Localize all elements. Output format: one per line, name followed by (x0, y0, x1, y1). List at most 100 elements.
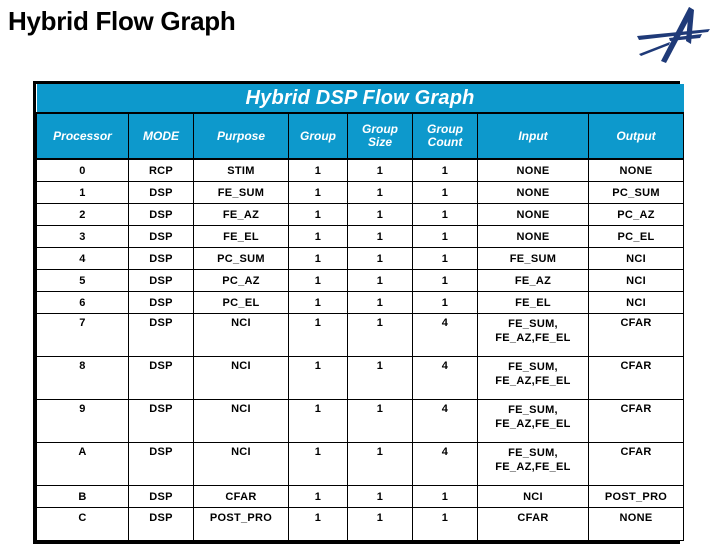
cell-group-size: 1 (347, 356, 413, 400)
cell-input: FE_AZ (477, 269, 589, 292)
cell-processor: 5 (36, 269, 129, 292)
cell-input: NONE (477, 225, 589, 248)
cell-group-size: 1 (347, 269, 413, 292)
cell-output: CFAR (587, 356, 685, 400)
cell-group-size: 1 (347, 203, 413, 226)
cell-group-size: 1 (347, 158, 413, 182)
cell-mode: DSP (128, 291, 194, 314)
column-header-purpose-line1: Purpose (216, 128, 265, 143)
cell-input-line2: FE_AZ,FE_EL (495, 418, 571, 430)
cell-input: NCI (477, 485, 589, 508)
column-header-group-count-line2: Count (427, 135, 463, 149)
cell-group-count: 1 (412, 507, 478, 541)
cell-input: NONE (477, 203, 589, 226)
cell-output: PC_AZ (587, 203, 685, 226)
cell-group-count: 4 (412, 399, 478, 443)
cell-purpose: POST_PRO (193, 507, 289, 541)
cell-group-count: 4 (412, 356, 478, 400)
column-header-group-line1: Group (300, 128, 336, 143)
cell-purpose: NCI (193, 313, 289, 357)
cell-mode: DSP (128, 399, 194, 443)
cell-input: NONE (477, 158, 589, 182)
cell-purpose: PC_EL (193, 291, 289, 314)
cell-group-count: 1 (412, 225, 478, 248)
cell-group-size: 1 (347, 507, 413, 541)
cell-purpose: FE_SUM (193, 181, 289, 204)
table-row: B DSP CFAR 1 1 1 NCI POST_PRO (36, 485, 685, 508)
cell-mode: DSP (128, 225, 194, 248)
cell-input: FE_SUM, FE_AZ,FE_EL (477, 442, 589, 486)
cell-input-line1: FE_SUM, (508, 447, 558, 459)
table-row: 0 RCP STIM 1 1 1 NONE NONE (36, 158, 685, 182)
cell-input-line2: FE_AZ,FE_EL (495, 332, 571, 344)
cell-purpose: NCI (193, 399, 289, 443)
column-header-group-size: Group Size (347, 113, 413, 160)
page-title: Hybrid Flow Graph (8, 6, 236, 36)
cell-output: CFAR (587, 442, 685, 486)
cell-processor: 8 (36, 356, 129, 400)
cell-group-size: 1 (347, 181, 413, 204)
cell-group: 1 (288, 399, 348, 443)
cell-group-count: 1 (412, 181, 478, 204)
table-banner-row: Hybrid DSP Flow Graph (36, 84, 684, 114)
cell-input: CFAR (477, 507, 589, 541)
cell-mode: DSP (128, 485, 194, 508)
cell-output: NCI (587, 291, 685, 314)
cell-purpose: PC_SUM (193, 247, 289, 270)
cell-input-line2: FE_AZ,FE_EL (495, 375, 571, 387)
cell-group: 1 (288, 442, 348, 486)
cell-group-size: 1 (347, 442, 413, 486)
cell-mode: DSP (128, 507, 194, 541)
cell-group: 1 (288, 507, 348, 541)
cell-input: FE_EL (477, 291, 589, 314)
cell-group: 1 (288, 181, 348, 204)
cell-group-count: 1 (412, 203, 478, 226)
cell-purpose: NCI (193, 356, 289, 400)
cell-mode: DSP (128, 313, 194, 357)
cell-mode: DSP (128, 442, 194, 486)
cell-purpose: CFAR (193, 485, 289, 508)
cell-group-count: 1 (412, 291, 478, 314)
cell-processor: A (36, 442, 129, 486)
cell-group-count: 1 (412, 158, 478, 182)
cell-processor: 2 (36, 203, 129, 226)
cell-group-size: 1 (347, 291, 413, 314)
cell-output: POST_PRO (587, 485, 685, 508)
cell-output: NCI (587, 247, 685, 270)
cell-purpose: NCI (193, 442, 289, 486)
cell-group: 1 (288, 485, 348, 508)
cell-input: FE_SUM, FE_AZ,FE_EL (477, 399, 589, 443)
table-body: 0 RCP STIM 1 1 1 NONE NONE 1 DSP FE_SUM 1 1 1 NONE PC_S… (36, 158, 685, 541)
cell-mode: DSP (128, 247, 194, 270)
cell-output: NCI (587, 269, 685, 292)
cell-group: 1 (288, 269, 348, 292)
column-header-input: Input (477, 113, 589, 160)
table-row: 8 DSP NCI 1 1 4 FE_SUM, FE_AZ,FE_EL CFAR (36, 356, 685, 400)
cell-group-size: 1 (347, 399, 413, 443)
cell-mode: DSP (128, 269, 194, 292)
cell-processor: 3 (36, 225, 129, 248)
cell-processor: 0 (36, 158, 129, 182)
cell-processor: 6 (36, 291, 129, 314)
cell-purpose: PC_AZ (193, 269, 289, 292)
cell-group-count: 1 (412, 485, 478, 508)
table-column-header-row: Processor MODE Purpose Group Group Size … (36, 113, 685, 160)
cell-processor: 9 (36, 399, 129, 443)
column-header-group-count: Group Count (412, 113, 478, 160)
cell-processor: 4 (36, 247, 129, 270)
cell-mode: DSP (128, 356, 194, 400)
cell-group-count: 1 (412, 269, 478, 292)
cell-group-count: 4 (412, 442, 478, 486)
column-header-purpose: Purpose (193, 113, 289, 160)
cell-group-count: 4 (412, 313, 478, 357)
lockheed-star-logo-icon (636, 4, 712, 66)
cell-processor: C (36, 507, 129, 541)
cell-input-line2: FE_AZ,FE_EL (495, 461, 571, 473)
cell-mode: DSP (128, 181, 194, 204)
table-row: 2 DSP FE_AZ 1 1 1 NONE PC_AZ (36, 203, 685, 226)
table-row: 6 DSP PC_EL 1 1 1 FE_EL NCI (36, 291, 685, 314)
cell-input-line1: FE_SUM, (508, 404, 558, 416)
cell-input: FE_SUM, FE_AZ,FE_EL (477, 356, 589, 400)
cell-group-size: 1 (347, 313, 413, 357)
column-header-processor: Processor (36, 113, 129, 160)
